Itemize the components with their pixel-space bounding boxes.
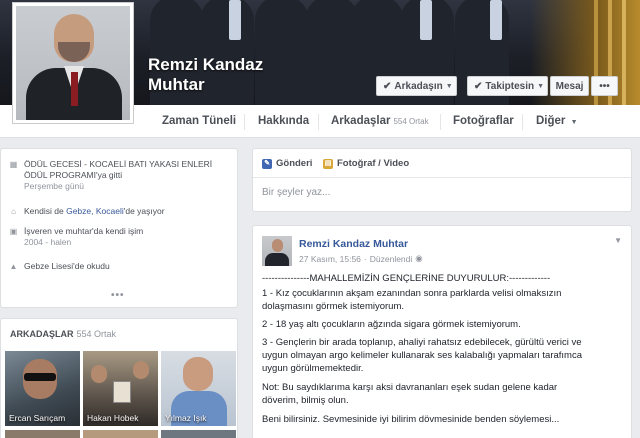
about-event-line1[interactable]: ÖDÜL GECESİ - KOCAELİ BATI YAKASI ENLERİ: [24, 159, 212, 170]
checkmark-icon: ✔: [383, 80, 392, 92]
post-author-avatar[interactable]: [262, 236, 292, 266]
friend-name: Yılmaz Işık: [165, 413, 207, 423]
tab-timeline[interactable]: Zaman Tüneli: [162, 105, 236, 138]
friend-tile[interactable]: Yılmaz Işık: [161, 351, 236, 426]
profile-picture[interactable]: [12, 2, 134, 124]
post-text-line: 1 - Kız çocuklarının akşam ezanından son…: [262, 288, 562, 299]
friend-status-button[interactable]: ✔ Arkadaşın ▼: [376, 76, 457, 96]
see-more-button[interactable]: •••: [111, 290, 125, 301]
photo-icon: ▤: [323, 158, 333, 169]
post-text-line: uygun olmayan argo kelimeler kullanarak …: [262, 350, 582, 361]
composer-status-tab[interactable]: ✎ Gönderi: [262, 158, 312, 169]
post-composer: ✎ Gönderi ▤ Fotoğraf / Video Bir şeyler …: [252, 148, 632, 212]
cover-shirt: [420, 0, 432, 40]
about-school-text[interactable]: Gebze Lisesi'de okudu: [24, 261, 110, 272]
about-event-line2[interactable]: ÖDÜL PROGRAMI'ya gitti: [24, 170, 212, 181]
friend-tile-partial[interactable]: [83, 430, 158, 438]
chevron-down-icon: ▼: [570, 119, 578, 126]
home-icon: ⌂: [11, 207, 16, 216]
composer-photo-tab[interactable]: ▤ Fotoğraf / Video: [323, 158, 409, 169]
about-event: ▦ ÖDÜL GECESİ - KOCAELİ BATI YAKASI ENLE…: [9, 159, 212, 192]
tab-divider: [522, 114, 523, 130]
post-options-chevron-icon[interactable]: ▼: [614, 236, 622, 245]
about-lives-suffix: 'de yaşıyor: [123, 206, 165, 216]
cover-columns: [622, 0, 626, 105]
more-dots-icon: •••: [599, 80, 610, 92]
calendar-icon: ▦: [9, 160, 18, 169]
follow-label: Takiptesin: [485, 80, 535, 92]
about-work-line1[interactable]: İşveren ve muhtar'da kendi işim: [24, 226, 143, 237]
profile-name[interactable]: Remzi Kandaz Muhtar: [148, 55, 263, 95]
tab-divider: [318, 114, 319, 130]
sunglasses-icon: [24, 373, 56, 381]
cover-shirt: [229, 0, 241, 40]
tab-more[interactable]: Diğer ▼: [536, 105, 578, 138]
profile-name-line2: Muhtar: [148, 75, 205, 94]
friend-photo: [133, 361, 149, 379]
friend-status-label: Arkadaşın: [394, 80, 443, 92]
profile-photo: [16, 6, 130, 120]
globe-icon: ◉: [415, 253, 423, 263]
composer-input[interactable]: Bir şeyler yaz...: [262, 187, 330, 198]
friends-title[interactable]: ARKADAŞLAR 554 Ortak: [10, 329, 116, 339]
composer-status-label: Gönderi: [276, 158, 313, 169]
follow-button[interactable]: ✔ Takiptesin ▼: [467, 76, 548, 96]
friends-box: ARKADAŞLAR 554 Ortak Ercan Sarıçam Hakan …: [0, 318, 238, 438]
post-text-line: Not: Bu saydıklarıma karşı aksi davranan…: [262, 382, 558, 393]
friend-tile-partial[interactable]: [161, 430, 236, 438]
post-author-name[interactable]: Remzi Kandaz Muhtar: [299, 238, 408, 250]
post-meta: 27 Kasım, 15:56 · Düzenlendi ◉: [299, 253, 423, 264]
cover-shirt: [490, 0, 502, 40]
tab-friends-count: 554 Ortak: [393, 117, 429, 126]
friends-count: 554 Ortak: [76, 329, 117, 339]
tab-about[interactable]: Hakkında: [258, 105, 309, 138]
award-plaque: [113, 381, 131, 403]
post-date[interactable]: 27 Kasım, 15:56: [299, 254, 361, 264]
friend-photo: [183, 357, 213, 391]
about-event-date: Perşembe günü: [24, 181, 85, 191]
profile-name-line1: Remzi Kandaz: [148, 55, 264, 74]
tab-photos[interactable]: Fotoğraflar: [453, 105, 514, 138]
post-text-line: ---------------MAHALLEMİZİN GENÇLERİNE D…: [262, 273, 551, 284]
timeline-post: Remzi Kandaz Muhtar 27 Kasım, 15:56 · Dü…: [252, 225, 632, 438]
checkmark-icon: ✔: [474, 80, 483, 92]
friends-title-label: ARKADAŞLAR: [10, 329, 74, 339]
more-options-button[interactable]: •••: [591, 76, 618, 96]
briefcase-icon: ▣: [9, 227, 18, 236]
friend-photo: [91, 365, 107, 383]
intro-box: ▦ ÖDÜL GECESİ - KOCAELİ BATI YAKASI ENLE…: [0, 148, 238, 308]
post-text-line: 3 - Gençlerin bir arada toplanıp, ahaliy…: [262, 337, 582, 348]
tab-friends-label: Arkadaşlar: [331, 115, 391, 127]
message-button[interactable]: Mesaj: [550, 76, 589, 96]
friend-tile[interactable]: Ercan Sarıçam: [5, 351, 80, 426]
about-lives-link[interactable]: Gebze, Kocaeli: [66, 206, 124, 216]
post-edited[interactable]: Düzenlendi: [370, 254, 413, 264]
tab-friends[interactable]: Arkadaşlar 554 Ortak: [331, 105, 429, 138]
pencil-icon: ✎: [262, 158, 272, 169]
graduation-cap-icon: ▲: [9, 262, 18, 271]
friend-tile[interactable]: Hakan Hobek: [83, 351, 158, 426]
composer-photo-label: Fotoğraf / Video: [337, 158, 410, 169]
tab-divider: [244, 114, 245, 130]
about-lives-prefix: Kendisi de: [24, 206, 64, 216]
composer-divider: [253, 177, 631, 178]
about-work-line2: 2004 - halen: [24, 237, 72, 247]
post-text-line: dolaşmasını görmek istemiyorum.: [262, 301, 405, 312]
tab-more-label: Diğer: [536, 115, 566, 127]
chevron-down-icon: ▼: [537, 82, 545, 90]
chevron-down-icon: ▼: [445, 82, 453, 90]
post-text-line: 2 - 18 yaş altı çocukların ağzında sigar…: [262, 319, 521, 330]
about-lives: ⌂ Kendisi de Gebze, Kocaeli'de yaşıyor: [9, 206, 165, 217]
tab-divider: [440, 114, 441, 130]
post-text-line: döverim, bilmiş olun.: [262, 395, 349, 406]
about-work: ▣ İşveren ve muhtar'da kendi işim 2004 -…: [9, 226, 144, 248]
friend-tile-partial[interactable]: [5, 430, 80, 438]
friend-name: Hakan Hobek: [87, 413, 139, 423]
post-text-line: Beni bilirsiniz. Sevmesinide iyi bilirim…: [262, 414, 560, 425]
friend-name: Ercan Sarıçam: [9, 413, 66, 423]
post-text-line: uygun görülmemektedir.: [262, 363, 364, 374]
about-school: ▲ Gebze Lisesi'de okudu: [9, 261, 110, 272]
message-label: Mesaj: [555, 80, 584, 92]
